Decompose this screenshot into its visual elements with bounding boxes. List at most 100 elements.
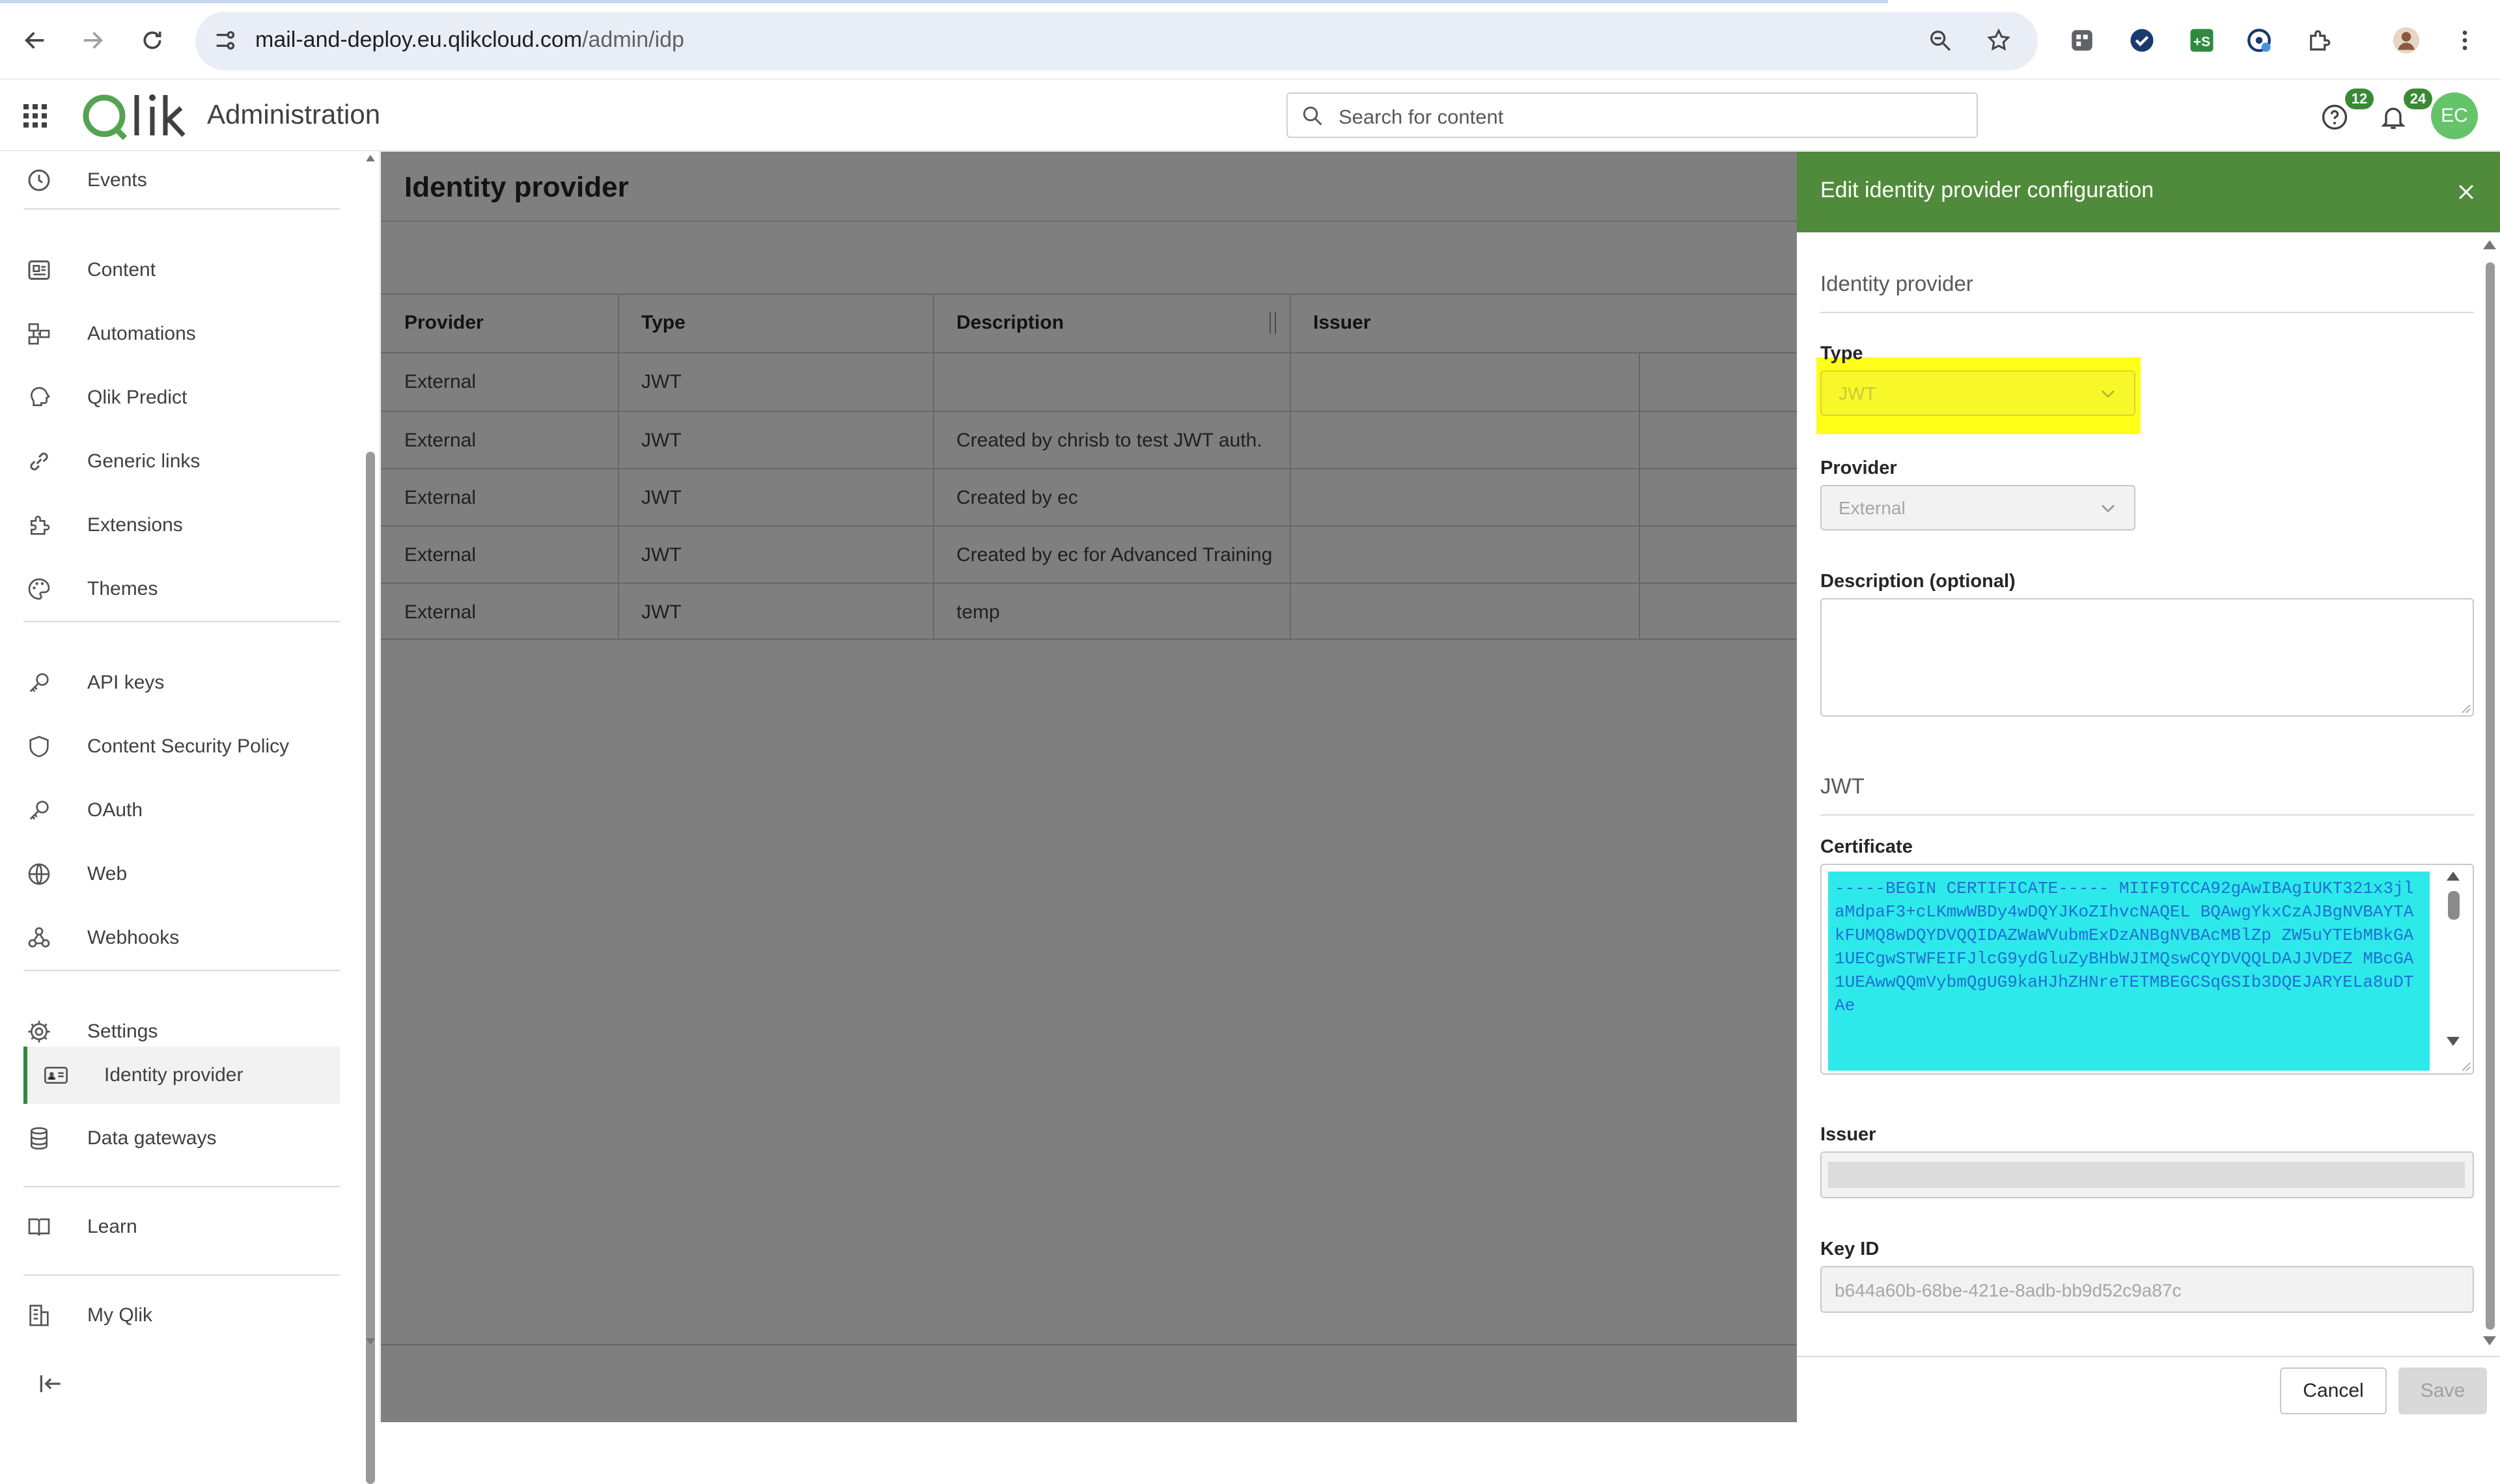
chevron-down-icon: [2102, 390, 2115, 398]
gear-icon: [23, 1016, 55, 1047]
keyid-input[interactable]: b644a60b-68be-421e-8adb-bb9d52c9a87c: [1820, 1266, 2474, 1313]
forward-button[interactable]: [72, 20, 113, 61]
sidebar-item-learn[interactable]: Learn: [23, 1199, 340, 1255]
sidebar-divider: [23, 1186, 340, 1187]
building-icon: [23, 1300, 55, 1331]
help-badge: 12: [2345, 89, 2374, 109]
svg-text:+S: +S: [2193, 34, 2210, 49]
sidebar-item-qlik-predict[interactable]: Qlik Predict: [23, 370, 340, 426]
notifications-bell-icon[interactable]: [2379, 103, 2408, 131]
key-icon: [23, 795, 55, 826]
edit-idp-panel: Edit identity provider configuration Ide…: [1797, 152, 2500, 1422]
modal-overlay[interactable]: [381, 152, 1797, 1422]
issuer-label: Issuer: [1820, 1124, 1876, 1145]
id-card-icon: [40, 1060, 72, 1091]
apps-grid-icon[interactable]: [20, 100, 51, 131]
key-icon: [23, 667, 55, 698]
sidebar-item-data-gateways[interactable]: Data gateways: [23, 1110, 340, 1166]
collapse-icon[interactable]: [36, 1369, 65, 1398]
sidebar-item-label: Extensions: [87, 514, 183, 536]
sidebar-item-webhooks[interactable]: Webhooks: [23, 910, 340, 966]
sidebar-item-label: Settings: [87, 1021, 158, 1042]
scroll-up-arrow[interactable]: [366, 155, 375, 161]
sidebar-item-generic-links[interactable]: Generic links: [23, 433, 340, 489]
chevron-down-icon: [2102, 504, 2115, 513]
search-placeholder: Search for content: [1339, 105, 1504, 128]
sidebar-item-events[interactable]: Events: [23, 152, 340, 208]
scroll-down-arrow[interactable]: [366, 1338, 375, 1345]
cancel-button[interactable]: Cancel: [2280, 1367, 2387, 1414]
check-extension-icon[interactable]: [2125, 23, 2159, 57]
profile-avatar-icon[interactable]: [2389, 23, 2423, 57]
sidebar-item-label: Automations: [87, 323, 196, 344]
bookmark-star-icon[interactable]: [1986, 27, 2012, 53]
app-title: Administration: [207, 99, 381, 130]
url-text: mail-and-deploy.eu.qlikcloud.com/admin/i…: [255, 27, 684, 52]
help-icon[interactable]: [2320, 103, 2349, 131]
keyid-label: Key ID: [1820, 1239, 1880, 1259]
password-extension-icon[interactable]: [2242, 23, 2276, 57]
sidebar-item-identity-provider[interactable]: Identity provider: [23, 1047, 340, 1104]
sidebar-item-label: OAuth: [87, 799, 143, 821]
description-textarea[interactable]: [1820, 598, 2474, 717]
user-avatar[interactable]: EC: [2431, 92, 2478, 139]
predict-icon: [23, 382, 55, 413]
forward-arrow-icon: [83, 32, 103, 49]
sidebar-item-content-security-policy[interactable]: Content Security Policy: [23, 719, 340, 775]
panel-scrollbar[interactable]: [2486, 262, 2495, 1330]
cert-scrollbar[interactable]: [2448, 891, 2460, 920]
section-divider: [1820, 814, 2474, 816]
sidebar-item-label: My Qlik: [87, 1304, 152, 1326]
panel-scroll-down[interactable]: [2483, 1336, 2496, 1345]
sidebar-item-oauth[interactable]: OAuth: [23, 782, 340, 838]
sidebar-item-label: Learn: [87, 1216, 137, 1237]
keyid-value: b644a60b-68be-421e-8adb-bb9d52c9a87c: [1835, 1280, 2182, 1300]
sidebar-item-my-qlik[interactable]: My Qlik: [23, 1287, 340, 1343]
reload-button[interactable]: [132, 20, 173, 61]
certificate-textarea[interactable]: -----BEGIN CERTIFICATE----- MIIF9TCCA92g…: [1820, 864, 2474, 1075]
save-button[interactable]: Save: [2398, 1367, 2487, 1414]
search-input[interactable]: Search for content: [1286, 92, 1978, 138]
book-icon: [23, 1211, 55, 1243]
browser-menu-icon[interactable]: [2448, 23, 2482, 57]
qlik-logo[interactable]: [81, 89, 191, 143]
resize-grip-icon: [2462, 704, 2471, 713]
section-title-identity-provider: Identity provider: [1820, 271, 1973, 295]
webhook-icon: [23, 922, 55, 954]
sidebar-item-label: API keys: [87, 672, 165, 693]
description-label: Description (optional): [1820, 571, 2016, 592]
sidebar-divider: [23, 970, 340, 971]
sidebar-item-themes[interactable]: Themes: [23, 561, 340, 617]
extension-grid-icon[interactable]: [2065, 23, 2099, 57]
type-label: Type: [1820, 343, 1863, 364]
palette-icon: [23, 573, 55, 605]
provider-select[interactable]: External: [1820, 485, 2135, 530]
sidebar-item-label: Themes: [87, 578, 158, 599]
close-icon: [2458, 184, 2474, 200]
type-select[interactable]: JWT: [1820, 370, 2135, 416]
sidebar-item-web[interactable]: Web: [23, 846, 340, 902]
sidebar-item-extensions[interactable]: Extensions: [23, 497, 340, 553]
sidebar-item-label: Web: [87, 863, 128, 885]
shield-icon: [23, 731, 55, 762]
cert-scroll-up[interactable]: [2447, 872, 2460, 881]
plus-s-extension-icon[interactable]: +S: [2185, 23, 2219, 57]
panel-scroll-up[interactable]: [2483, 240, 2496, 249]
sidebar-item-automations[interactable]: Automations: [23, 306, 340, 362]
cert-scroll-down[interactable]: [2447, 1037, 2460, 1046]
back-arrow-icon: [25, 32, 44, 49]
sidebar-item-label: Identity provider: [104, 1064, 243, 1086]
issuer-input[interactable]: [1820, 1151, 2474, 1198]
zoom-icon[interactable]: [1927, 27, 1953, 53]
sidebar-item-content[interactable]: Content: [23, 242, 340, 298]
section-divider: [1820, 312, 2474, 313]
sidebar-item-api-keys[interactable]: API keys: [23, 655, 340, 711]
extensions-puzzle-icon[interactable]: [2302, 23, 2336, 57]
address-bar[interactable]: mail-and-deploy.eu.qlikcloud.com/admin/i…: [195, 12, 2038, 70]
notifications-badge: 24: [2404, 89, 2432, 109]
sidebar-item-label: Qlik Predict: [87, 387, 188, 408]
sidebar-scrollbar[interactable]: [366, 452, 375, 1484]
resize-grip-icon: [2462, 1062, 2471, 1071]
back-button[interactable]: [14, 20, 56, 61]
close-button[interactable]: [2448, 174, 2484, 210]
